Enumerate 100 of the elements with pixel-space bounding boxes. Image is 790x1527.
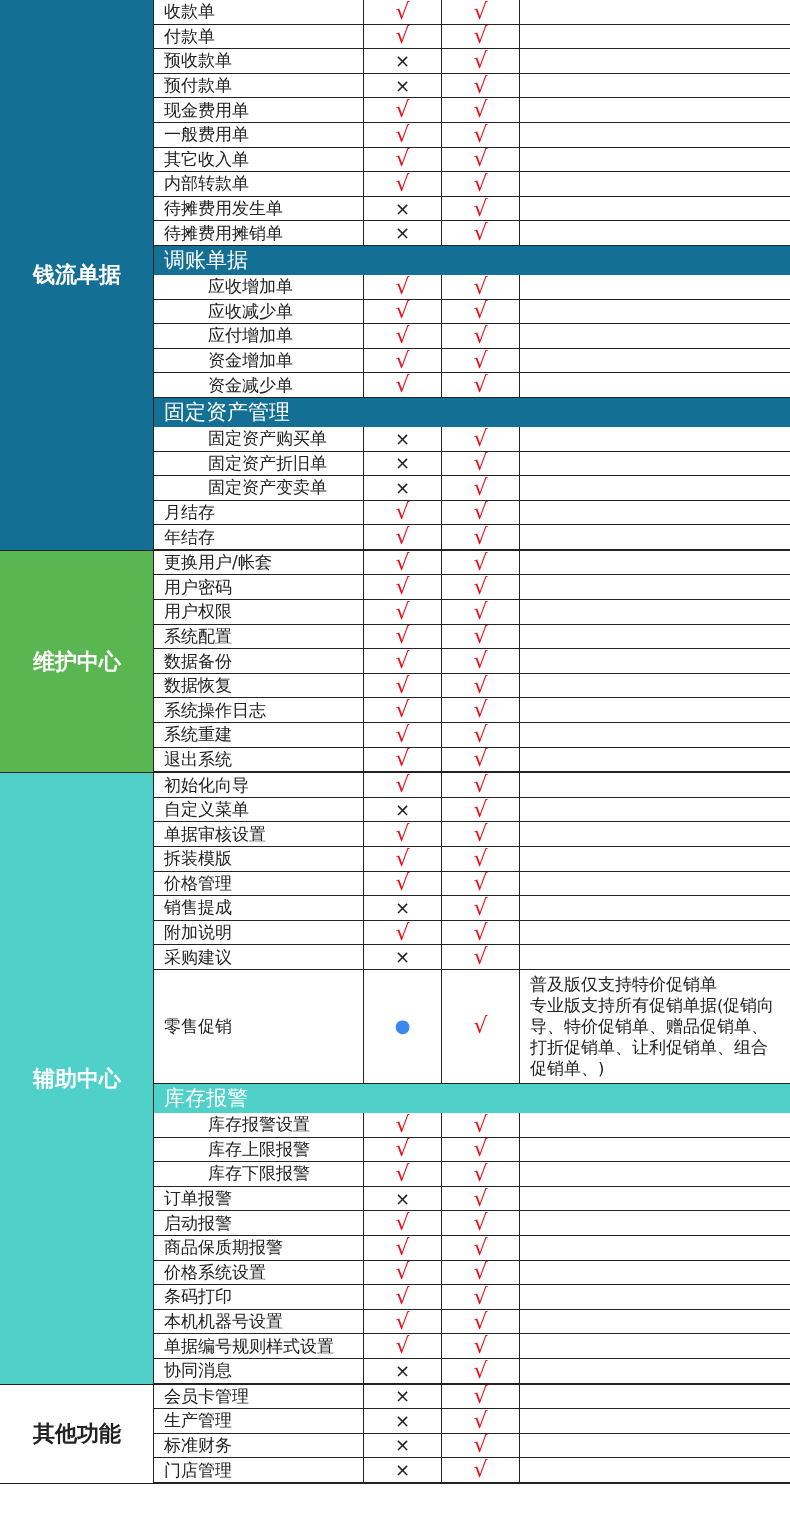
- mark-icon: √: [473, 946, 488, 969]
- mark-icon: √: [395, 99, 410, 122]
- mark-icon: √: [473, 1187, 488, 1210]
- feature-name: 现金费用单: [164, 101, 249, 119]
- mark-icon: ×: [394, 478, 411, 497]
- feature-name: 固定资产折旧单: [208, 454, 327, 472]
- feature-name: 零售促销: [164, 1017, 232, 1035]
- mark-icon: √: [473, 1310, 488, 1333]
- mark-icon: √: [395, 1285, 410, 1308]
- mark-icon: √: [395, 148, 410, 171]
- category-cell: 钱流单据: [0, 0, 153, 550]
- mark-icon: √: [473, 99, 488, 122]
- mark-icon: √: [473, 197, 488, 220]
- mark-icon: √: [395, 300, 410, 323]
- mark-icon: √: [473, 222, 488, 245]
- feature-name: 门店管理: [164, 1461, 232, 1479]
- feature-name: 应收减少单: [208, 302, 293, 320]
- note-text: 普及版仅支持特价促销单: [530, 973, 718, 995]
- mark-icon: √: [395, 1162, 410, 1185]
- feature-name: 系统配置: [164, 627, 232, 645]
- mark-icon: √: [395, 25, 410, 48]
- feature-name: 本机机器号设置: [164, 1313, 283, 1330]
- mark-icon: √: [473, 774, 488, 796]
- mark-icon: √: [395, 0, 410, 23]
- mark-icon: √: [395, 501, 410, 524]
- mark-icon: √: [473, 1409, 488, 1432]
- mark-icon: ×: [394, 1461, 411, 1480]
- mark-icon: √: [473, 324, 488, 347]
- mark-icon: √: [473, 699, 488, 722]
- feature-name: 资金减少单: [208, 376, 293, 394]
- mark-icon: √: [473, 148, 488, 171]
- mark-icon: √: [473, 501, 488, 524]
- mark-icon: √: [395, 600, 410, 623]
- feature-name: 系统操作日志: [164, 701, 266, 719]
- mark-icon: √: [473, 650, 488, 673]
- mark-icon: √: [395, 1236, 410, 1259]
- mark-icon: √: [395, 349, 410, 372]
- category-cell: 维护中心: [0, 550, 153, 773]
- mark-icon: √: [473, 1285, 488, 1308]
- feature-name: 销售提成: [164, 899, 232, 917]
- mark-icon: ×: [394, 52, 411, 70]
- mark-icon: √: [395, 674, 410, 697]
- feature-name: 附加说明: [164, 924, 232, 942]
- mark-icon: √: [473, 921, 488, 944]
- mark-icon: √: [473, 625, 488, 648]
- mark-icon: √: [395, 748, 410, 771]
- feature-name: 月结存: [164, 504, 215, 521]
- mark-icon: √: [395, 650, 410, 673]
- feature-name: 订单报警: [164, 1190, 232, 1208]
- mark-icon: ×: [394, 224, 411, 243]
- section-header: 固定资产管理: [154, 397, 790, 427]
- mark-icon: ×: [394, 1189, 411, 1208]
- mark-icon: √: [395, 526, 410, 549]
- mark-icon: √: [395, 823, 410, 846]
- mark-icon: ●: [394, 1017, 411, 1036]
- feature-name: 用户权限: [164, 603, 232, 621]
- feature-name: 固定资产购买单: [208, 430, 327, 448]
- mark-icon: √: [473, 1261, 488, 1284]
- feature-name: 协同消息: [164, 1362, 232, 1380]
- mark-icon: √: [395, 625, 410, 648]
- feature-name: 商品保质期报警: [164, 1239, 283, 1257]
- mark-icon: ×: [394, 899, 411, 917]
- mark-icon: √: [473, 25, 488, 48]
- mark-icon: √: [473, 723, 488, 746]
- mark-icon: √: [473, 600, 488, 623]
- feature-name: 固定资产变卖单: [208, 479, 327, 497]
- mark-icon: √: [473, 798, 488, 821]
- section-header: 调账单据: [154, 245, 790, 275]
- mark-icon: ×: [394, 1411, 411, 1430]
- mark-icon: √: [473, 1236, 488, 1259]
- mark-icon: √: [473, 275, 488, 298]
- feature-name: 应收增加单: [208, 278, 293, 296]
- mark-icon: √: [395, 324, 410, 347]
- feature-name: 会员卡管理: [164, 1387, 249, 1405]
- feature-name: 数据恢复: [164, 677, 232, 695]
- feature-name: 其它收入单: [164, 150, 249, 168]
- note-text: 专业版支持所有促销单据(促销向导、特价促销单、赠品促销单、打折促销单、让利促销单、组合促销单、): [530, 994, 776, 1079]
- feature-name: 待摊费用发生单: [164, 200, 283, 218]
- mark-icon: √: [473, 1212, 488, 1235]
- mark-icon: √: [473, 0, 488, 23]
- mark-icon: √: [473, 427, 488, 450]
- mark-icon: √: [473, 748, 488, 771]
- feature-name: 应付增加单: [208, 327, 293, 345]
- mark-icon: √: [473, 551, 488, 574]
- mark-icon: √: [473, 1138, 488, 1161]
- mark-icon: ×: [394, 429, 411, 448]
- mark-icon: ×: [394, 1436, 411, 1455]
- mark-icon: √: [395, 1138, 410, 1161]
- feature-name: 待摊费用摊销单: [164, 224, 283, 242]
- feature-name: 库存下限报警: [208, 1165, 310, 1183]
- mark-icon: √: [473, 74, 488, 97]
- mark-icon: √: [473, 1113, 488, 1136]
- mark-icon: √: [473, 172, 488, 195]
- mark-icon: √: [395, 374, 410, 397]
- mark-icon: ×: [394, 800, 411, 819]
- mark-icon: √: [395, 1261, 410, 1284]
- mark-icon: √: [395, 921, 410, 944]
- feature-name: 数据备份: [164, 652, 232, 670]
- feature-name: 付款单: [164, 27, 215, 45]
- feature-name: 一般费用单: [164, 126, 249, 144]
